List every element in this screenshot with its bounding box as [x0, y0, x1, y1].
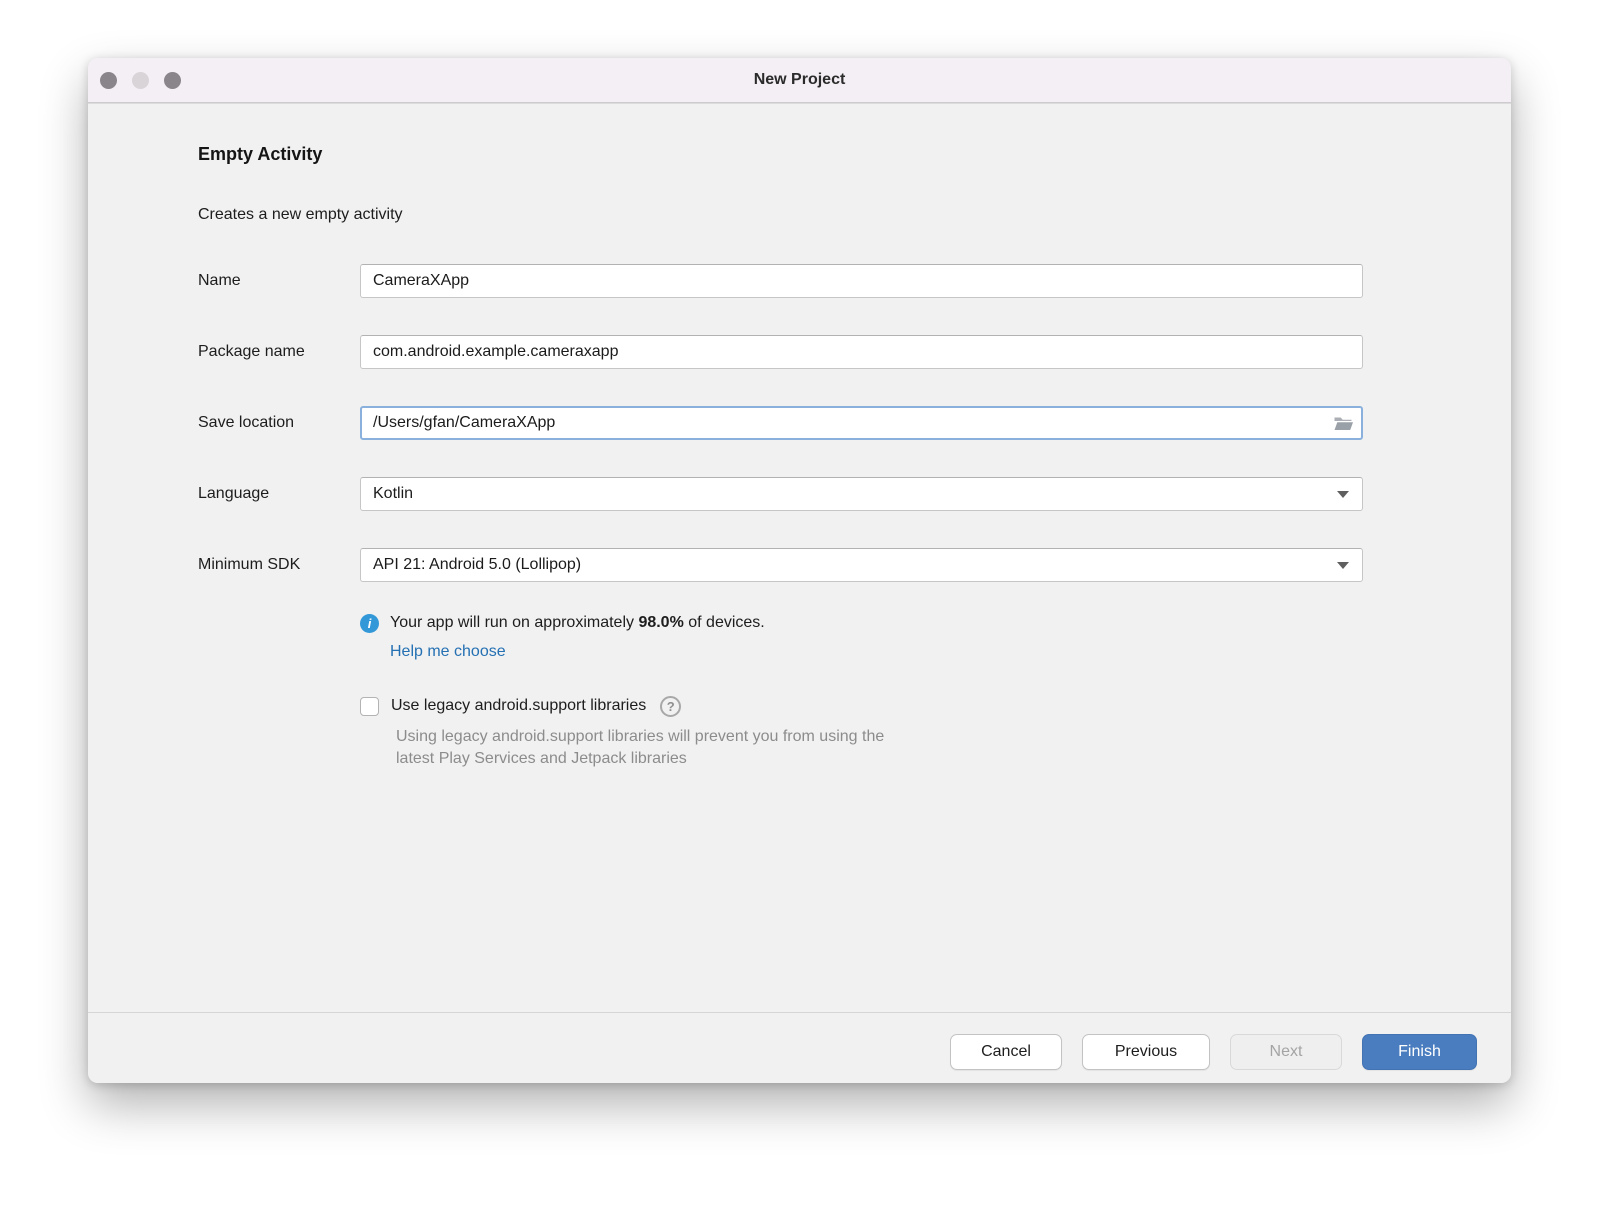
save-location-field — [360, 406, 1363, 440]
language-label: Language — [198, 485, 270, 502]
help-me-choose-link[interactable]: Help me choose — [390, 641, 506, 663]
window-controls — [100, 58, 181, 102]
dropdown-arrow-icon — [1337, 562, 1349, 569]
device-percent: 98.0% — [638, 614, 684, 631]
package-name-row: Package name — [198, 335, 1511, 369]
cancel-button[interactable]: Cancel — [950, 1034, 1062, 1070]
minimum-sdk-select[interactable]: API 21: Android 5.0 (Lollipop) — [360, 548, 1363, 582]
next-button: Next — [1230, 1034, 1342, 1070]
page-subtitle: Creates a new empty activity — [198, 206, 403, 223]
dialog-content: Empty Activity Creates a new empty activ… — [88, 104, 1511, 1012]
language-select[interactable]: Kotlin — [360, 477, 1363, 511]
package-name-label: Package name — [198, 343, 305, 360]
page-title: Empty Activity — [198, 144, 323, 164]
name-row: Name — [198, 264, 1511, 298]
browse-folder-button[interactable] — [1333, 415, 1354, 432]
name-label: Name — [198, 272, 241, 289]
package-name-input[interactable] — [360, 335, 1363, 369]
minimum-sdk-row: Minimum SDK API 21: Android 5.0 (Lollipo… — [198, 548, 1511, 582]
dropdown-arrow-icon — [1337, 491, 1349, 498]
sdk-info-text: Your app will run on approximately 98.0%… — [390, 614, 765, 631]
help-icon[interactable]: ? — [660, 695, 682, 717]
legacy-support-block: Use legacy android.support libraries ? U… — [360, 694, 1511, 770]
finish-button[interactable]: Finish — [1362, 1034, 1477, 1070]
language-selected-value: Kotlin — [373, 485, 414, 502]
minimum-sdk-selected-value: API 21: Android 5.0 (Lollipop) — [373, 556, 582, 573]
save-location-input[interactable] — [360, 406, 1363, 440]
info-icon: i — [360, 613, 379, 633]
new-project-dialog: New Project Empty Activity Creates a new… — [88, 58, 1511, 1083]
project-form: Name Package name Save location — [198, 264, 1511, 582]
legacy-support-row: Use legacy android.support libraries ? — [360, 694, 1511, 718]
legacy-support-label: Use legacy android.support libraries — [391, 697, 647, 714]
save-location-row: Save location — [198, 406, 1511, 440]
previous-button[interactable]: Previous — [1082, 1034, 1210, 1070]
minimize-button[interactable] — [132, 71, 149, 89]
language-row: Language Kotlin — [198, 477, 1511, 511]
sdk-info-block: i Your app will run on approximately 98.… — [360, 611, 1511, 663]
name-input[interactable] — [360, 264, 1363, 298]
zoom-button[interactable] — [164, 71, 181, 89]
minimum-sdk-label: Minimum SDK — [198, 556, 301, 573]
legacy-support-description: Using legacy android.support libraries w… — [396, 728, 885, 767]
legacy-support-checkbox[interactable] — [360, 696, 379, 716]
window-title: New Project — [753, 71, 846, 88]
sdk-info-line: i Your app will run on approximately 98.… — [360, 611, 1511, 635]
close-button[interactable] — [100, 71, 117, 89]
folder-open-icon — [1333, 417, 1354, 435]
titlebar: New Project — [88, 58, 1511, 103]
save-location-label: Save location — [198, 414, 295, 431]
dialog-footer: Cancel Previous Next Finish — [88, 1012, 1511, 1083]
